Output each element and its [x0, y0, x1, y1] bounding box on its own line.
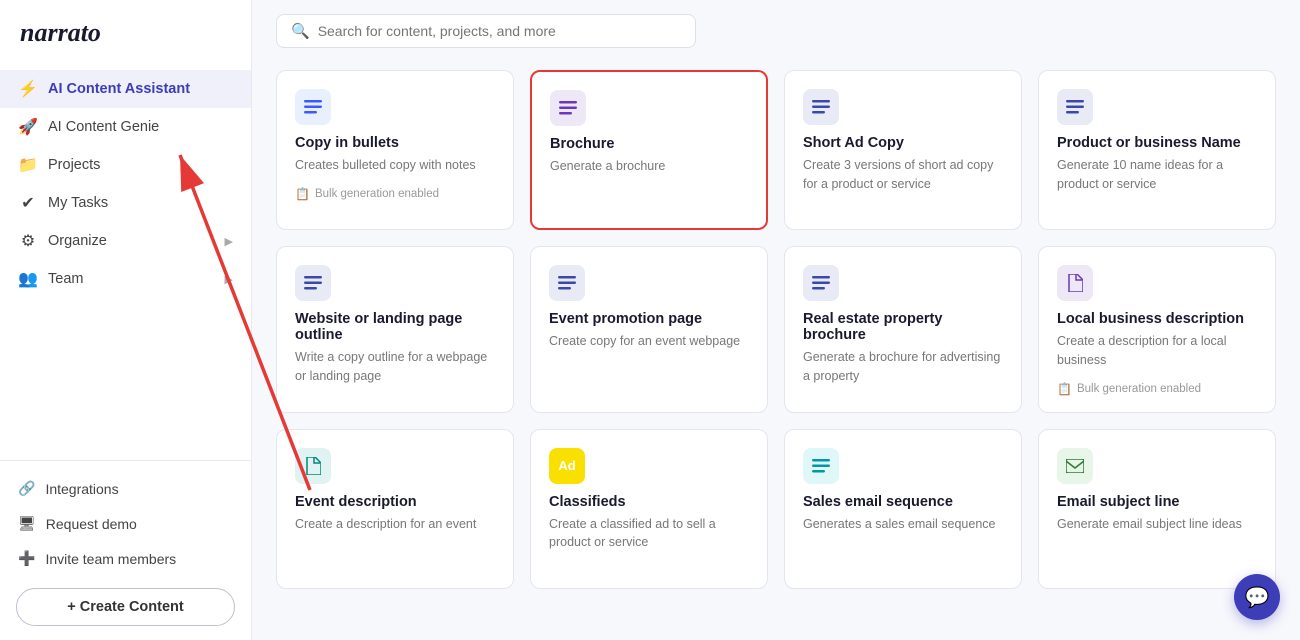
card-title-product-business-name: Product or business Name [1057, 135, 1257, 151]
card-short-ad-copy[interactable]: Short Ad Copy Create 3 versions of short… [784, 70, 1022, 230]
search-bar[interactable]: 🔍 [276, 14, 696, 48]
card-icon-real-estate [803, 265, 839, 301]
search-bar-wrapper: 🔍 [252, 0, 1300, 60]
card-classifieds[interactable]: Ad Classifieds Create a classified ad to… [530, 429, 768, 589]
card-icon-event-description [295, 448, 331, 484]
card-title-event-promotion: Event promotion page [549, 311, 749, 327]
card-title-brochure: Brochure [550, 136, 748, 152]
sidebar-nav: ⚡ AI Content Assistant 🚀 AI Content Geni… [0, 62, 251, 460]
card-title-classifieds: Classifieds [549, 494, 749, 510]
nav-label-ai-content-assistant: AI Content Assistant [48, 81, 190, 97]
card-event-promotion[interactable]: Event promotion page Create copy for an … [530, 246, 768, 413]
card-icon-classifieds: Ad [549, 448, 585, 484]
sidebar-item-ai-content-assistant[interactable]: ⚡ AI Content Assistant [0, 70, 251, 108]
main-content: 🔍 Copy in bullets Creates bulleted copy … [252, 0, 1300, 640]
sidebar-bottom-invite-team[interactable]: ➕ Invite team members [0, 541, 251, 576]
cards-grid: Copy in bullets Creates bulleted copy wi… [252, 60, 1300, 640]
bulk-icon: 📋 [295, 187, 310, 201]
card-sales-email[interactable]: Sales email sequence Generates a sales e… [784, 429, 1022, 589]
sidebar-bottom: 🔗 Integrations 🖥 Request demo ➕ Invite t… [0, 460, 251, 640]
card-product-business-name[interactable]: Product or business Name Generate 10 nam… [1038, 70, 1276, 230]
card-title-local-business: Local business description [1057, 311, 1257, 327]
card-icon-short-ad-copy [803, 89, 839, 125]
sidebar: narrato ⚡ AI Content Assistant 🚀 AI Cont… [0, 0, 252, 640]
app-name: narrato [20, 18, 101, 47]
card-icon-product-business-name [1057, 89, 1093, 125]
bottom-label-invite-team: Invite team members [45, 551, 176, 567]
nav-label-projects: Projects [48, 157, 100, 173]
card-website-landing[interactable]: Website or landing page outline Write a … [276, 246, 514, 413]
bottom-icon-integrations: 🔗 [18, 480, 35, 497]
card-desc-short-ad-copy: Create 3 versions of short ad copy for a… [803, 156, 1003, 194]
card-brochure[interactable]: Brochure Generate a brochure [530, 70, 768, 230]
card-email-subject[interactable]: Email subject line Generate email subjec… [1038, 429, 1276, 589]
nav-icon-team: 👥 [18, 269, 38, 289]
card-desc-real-estate: Generate a brochure for advertising a pr… [803, 348, 1003, 386]
card-desc-copy-in-bullets: Creates bulleted copy with notes [295, 156, 495, 175]
nav-label-organize: Organize [48, 233, 107, 249]
nav-label-my-tasks: My Tasks [48, 195, 108, 211]
card-icon-sales-email [803, 448, 839, 484]
nav-icon-my-tasks: ✔ [18, 193, 38, 213]
nav-icon-organize: ⚙ [18, 231, 38, 251]
chat-bubble-button[interactable]: 💬 [1234, 574, 1280, 620]
card-desc-classifieds: Create a classified ad to sell a product… [549, 515, 749, 553]
search-input[interactable] [318, 23, 681, 39]
card-real-estate[interactable]: Real estate property brochure Generate a… [784, 246, 1022, 413]
bulk-icon: 📋 [1057, 382, 1072, 396]
nav-label-team: Team [48, 271, 83, 287]
card-desc-event-promotion: Create copy for an event webpage [549, 332, 749, 351]
card-icon-copy-in-bullets [295, 89, 331, 125]
sidebar-bottom-request-demo[interactable]: 🖥 Request demo [0, 506, 251, 541]
nav-label-ai-content-genie: AI Content Genie [48, 119, 159, 135]
card-icon-event-promotion [549, 265, 585, 301]
card-copy-in-bullets[interactable]: Copy in bullets Creates bulleted copy wi… [276, 70, 514, 230]
card-title-website-landing: Website or landing page outline [295, 311, 495, 343]
sidebar-bottom-integrations[interactable]: 🔗 Integrations [0, 471, 251, 506]
card-title-real-estate: Real estate property brochure [803, 311, 1003, 343]
bottom-icon-request-demo: 🖥 [18, 515, 36, 532]
card-icon-local-business [1057, 265, 1093, 301]
bottom-icon-invite-team: ➕ [18, 550, 35, 567]
card-badge-copy-in-bullets: 📋 Bulk generation enabled [295, 187, 495, 201]
card-icon-website-landing [295, 265, 331, 301]
sidebar-item-ai-content-genie[interactable]: 🚀 AI Content Genie [0, 108, 251, 146]
card-desc-brochure: Generate a brochure [550, 157, 748, 176]
card-title-short-ad-copy: Short Ad Copy [803, 135, 1003, 151]
sidebar-item-organize[interactable]: ⚙ Organize ▶ [0, 222, 251, 260]
sidebar-item-team[interactable]: 👥 Team ▶ [0, 260, 251, 298]
card-title-sales-email: Sales email sequence [803, 494, 1003, 510]
nav-icon-ai-content-assistant: ⚡ [18, 79, 38, 99]
nav-arrow-team: ▶ [225, 273, 233, 286]
sidebar-item-my-tasks[interactable]: ✔ My Tasks [0, 184, 251, 222]
card-desc-event-description: Create a description for an event [295, 515, 495, 534]
card-icon-brochure [550, 90, 586, 126]
card-title-copy-in-bullets: Copy in bullets [295, 135, 495, 151]
sidebar-item-projects[interactable]: 📁 Projects [0, 146, 251, 184]
card-desc-website-landing: Write a copy outline for a webpage or la… [295, 348, 495, 386]
card-title-email-subject: Email subject line [1057, 494, 1257, 510]
nav-arrow-organize: ▶ [225, 235, 233, 248]
card-desc-product-business-name: Generate 10 name ideas for a product or … [1057, 156, 1257, 194]
card-icon-email-subject [1057, 448, 1093, 484]
card-desc-local-business: Create a description for a local busines… [1057, 332, 1257, 370]
nav-icon-projects: 📁 [18, 155, 38, 175]
bottom-label-request-demo: Request demo [46, 516, 137, 532]
card-desc-email-subject: Generate email subject line ideas [1057, 515, 1257, 534]
card-desc-sales-email: Generates a sales email sequence [803, 515, 1003, 534]
card-event-description[interactable]: Event description Create a description f… [276, 429, 514, 589]
card-local-business[interactable]: Local business description Create a desc… [1038, 246, 1276, 413]
logo: narrato [0, 0, 251, 62]
bottom-label-integrations: Integrations [45, 481, 118, 497]
search-icon: 🔍 [291, 22, 310, 40]
create-content-button[interactable]: + Create Content [16, 588, 235, 626]
card-title-event-description: Event description [295, 494, 495, 510]
card-badge-local-business: 📋 Bulk generation enabled [1057, 382, 1257, 396]
nav-icon-ai-content-genie: 🚀 [18, 117, 38, 137]
